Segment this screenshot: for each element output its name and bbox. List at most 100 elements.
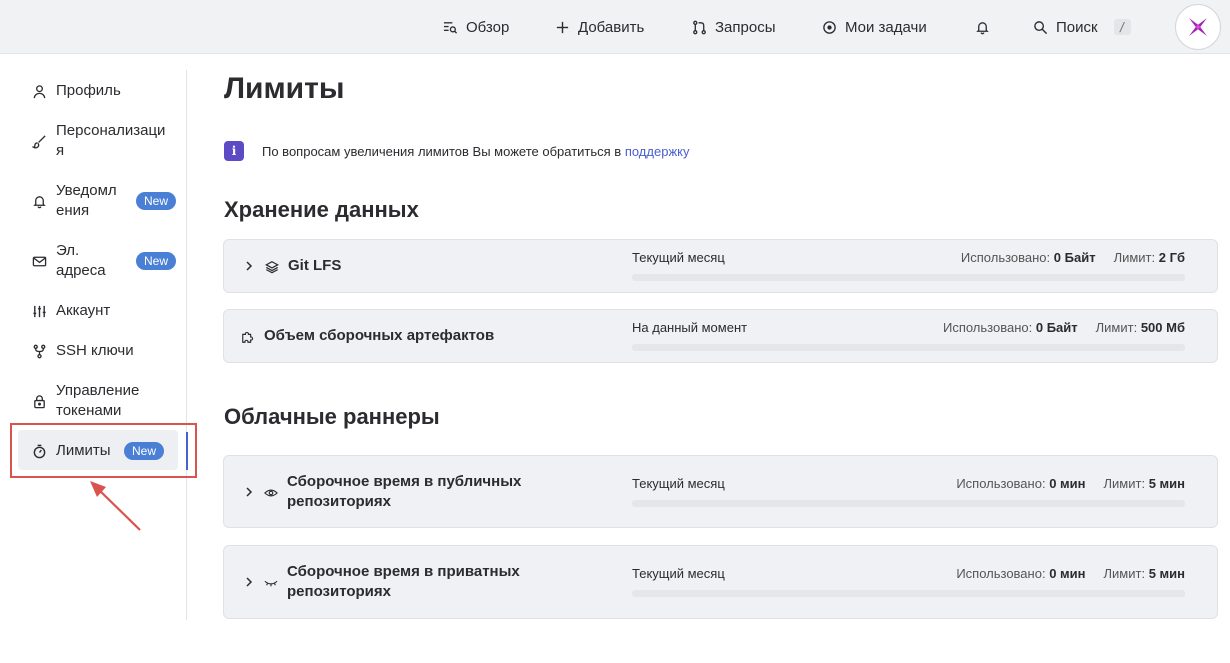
used-value: 0 Байт	[1053, 250, 1096, 265]
search-icon	[1034, 20, 1048, 34]
limit-value: 500 Мб	[1140, 320, 1185, 335]
key-icon	[26, 344, 56, 359]
sidebar-item-notifications[interactable]: Уведомл ения New	[26, 180, 182, 222]
card-usage: Использовано: 0 Байт Лимит: 500 Мб	[943, 320, 1185, 335]
puzzle-icon	[242, 331, 254, 343]
card-title: Сборочное время в приватных репозиториях	[287, 563, 520, 600]
sidebar-item-label: Лимиты	[56, 442, 111, 459]
info-icon: i	[224, 141, 244, 161]
target-icon	[823, 20, 836, 34]
search-shortcut: /	[1113, 19, 1131, 35]
chevron-right-icon[interactable]	[244, 261, 254, 271]
layers-icon	[265, 261, 279, 274]
nav-add-label: Добавить	[578, 18, 645, 36]
card-usage: Использовано: 0 мин Лимит: 5 мин	[956, 566, 1185, 581]
card-usage: Использовано: 0 Байт Лимит: 2 Гб	[961, 250, 1185, 265]
nav-requests[interactable]: Запросы	[692, 0, 776, 54]
nav-search-label: Поиск	[1056, 18, 1098, 36]
used-label: Использовано:	[960, 250, 1051, 265]
new-badge: New	[136, 252, 177, 270]
top-bar: Обзор Добавить Запросы Мои задачи Поиск …	[0, 0, 1230, 54]
runners-section-title: Облачные раннеры	[224, 404, 440, 429]
mail-icon	[26, 254, 56, 269]
card-title: Сборочное время в публичных репозиториях	[287, 473, 522, 510]
plus-icon	[556, 21, 569, 33]
progress-bar	[632, 500, 1185, 507]
card-title: Объем сборочных артефактов	[264, 327, 495, 344]
sidebar-item-account[interactable]: Аккаунт	[26, 300, 182, 322]
brush-icon	[26, 134, 56, 149]
progress-bar	[632, 344, 1185, 351]
limit-label: Лимит:	[1103, 566, 1146, 581]
stopwatch-icon	[26, 444, 56, 459]
new-badge: New	[136, 192, 177, 210]
limit-label: Лимит:	[1103, 476, 1146, 491]
sidebar-item-ssh-keys[interactable]: SSH ключи	[26, 340, 182, 362]
storage-section-title: Хранение данных	[224, 197, 419, 222]
card-period: Текущий месяц	[632, 476, 725, 491]
sidebar-item-profile[interactable]: Профиль	[26, 80, 182, 102]
sidebar-item-label: Профиль	[56, 82, 121, 99]
sidebar-item-label: Аккаунт	[56, 302, 111, 319]
nav-tasks-label: Мои задачи	[845, 18, 927, 36]
limit-card-private-builds[interactable]: Сборочное время в приватных репозиториях…	[223, 545, 1218, 619]
nav-search[interactable]: Поиск /	[1033, 0, 1131, 54]
used-label: Использовано:	[942, 320, 1033, 335]
used-label: Использовано:	[956, 476, 1046, 491]
eye-closed-icon	[264, 580, 278, 587]
list-search-icon	[443, 21, 458, 34]
sidebar-item-emails[interactable]: Эл. адреса New	[26, 240, 182, 282]
sidebar-divider	[186, 70, 187, 620]
avatar[interactable]	[1175, 4, 1221, 50]
nav-overview-label: Обзор	[466, 18, 510, 36]
merge-request-icon	[693, 20, 706, 34]
card-period: На данный момент	[632, 320, 748, 335]
nav-tasks[interactable]: Мои задачи	[822, 0, 927, 54]
sidebar-item-label: Эл. адреса	[56, 242, 106, 279]
limit-card-artifacts[interactable]: Объем сборочных артефактов На данный мом…	[223, 309, 1218, 363]
page-title: Лимиты	[224, 72, 345, 105]
user-icon	[26, 84, 56, 99]
limit-label: Лимит:	[1095, 320, 1138, 335]
sidebar-item-personalization[interactable]: Персонализаци я	[26, 120, 182, 162]
lock-icon	[26, 394, 56, 409]
bell-icon	[26, 194, 56, 209]
notifications-button[interactable]	[975, 0, 990, 54]
used-label: Использовано:	[956, 566, 1046, 581]
used-value: 0 мин	[1049, 566, 1086, 581]
chevron-right-icon[interactable]	[244, 487, 254, 497]
support-link[interactable]: поддержку	[625, 144, 690, 159]
sidebar-item-label: SSH ключи	[56, 342, 134, 359]
bell-icon	[976, 21, 989, 34]
limit-value: 5 мин	[1148, 566, 1185, 581]
chevron-right-icon[interactable]	[244, 577, 254, 587]
sidebar-item-tokens[interactable]: Управление токенами	[26, 380, 182, 422]
nav-add[interactable]: Добавить	[555, 0, 644, 54]
limit-label: Лимит:	[1113, 250, 1156, 265]
new-badge: New	[124, 442, 165, 460]
limit-card-public-builds[interactable]: Сборочное время в публичных репозиториях…	[223, 455, 1218, 528]
nav-requests-label: Запросы	[715, 18, 776, 36]
info-text: По вопросам увеличения лимитов Вы можете…	[262, 144, 689, 159]
sidebar-item-label: Управление токенами	[56, 382, 140, 419]
nav-overview[interactable]: Обзор	[443, 0, 509, 54]
logo-icon	[1189, 18, 1207, 36]
eye-icon	[264, 489, 278, 497]
card-period: Текущий месяц	[632, 250, 725, 265]
card-period: Текущий месяц	[632, 566, 725, 581]
card-usage: Использовано: 0 мин Лимит: 5 мин	[956, 476, 1185, 491]
limit-card-git-lfs[interactable]: Git LFS Текущий месяц Использовано: 0 Ба…	[223, 239, 1218, 293]
sidebar-item-label: Персонализаци я	[56, 122, 166, 159]
limit-value: 2 Гб	[1158, 250, 1185, 265]
sidebar-item-label: Уведомл ения	[56, 182, 117, 219]
sliders-icon	[26, 304, 56, 319]
info-notice: i По вопросам увеличения лимитов Вы може…	[224, 141, 689, 161]
card-title: Git LFS	[288, 257, 342, 274]
limit-value: 5 мин	[1148, 476, 1185, 491]
progress-bar	[632, 590, 1185, 597]
progress-bar	[632, 274, 1185, 281]
used-value: 0 Байт	[1035, 320, 1078, 335]
sidebar-item-limits[interactable]: Лимиты New	[26, 440, 182, 462]
info-text-body: По вопросам увеличения лимитов Вы можете…	[262, 143, 625, 159]
used-value: 0 мин	[1049, 476, 1086, 491]
